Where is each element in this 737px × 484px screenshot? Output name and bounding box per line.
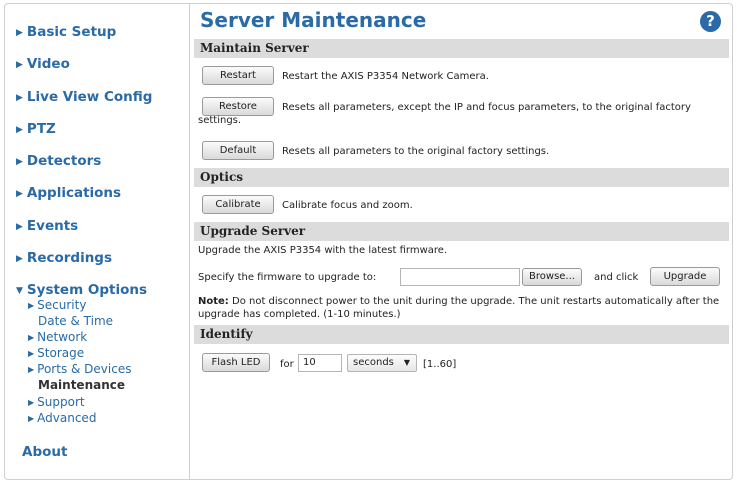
sidebar-item-detectors[interactable]: ▶ Detectors <box>16 153 101 169</box>
browse-button[interactable]: Browse... <box>522 268 582 286</box>
triangle-right-icon: ▶ <box>28 414 35 423</box>
triangle-right-icon: ▶ <box>16 254 23 264</box>
duration-input[interactable]: 10 <box>298 354 342 372</box>
sidebar-item-system-options[interactable]: ▼ System Options <box>16 282 147 298</box>
duration-range: [1..60] <box>423 359 457 370</box>
sidebar-item-video[interactable]: ▶ Video <box>16 56 70 72</box>
sidebar-sub-network[interactable]: ▶ Network <box>28 331 87 345</box>
triangle-right-icon: ▶ <box>16 222 23 232</box>
firmware-file-input[interactable] <box>400 268 520 286</box>
triangle-right-icon: ▶ <box>28 398 35 407</box>
triangle-right-icon: ▶ <box>28 349 35 358</box>
default-description: Resets all parameters to the original fa… <box>282 146 550 157</box>
sidebar-item-about[interactable]: About <box>22 444 67 460</box>
note-text: Do not disconnect power to the unit duri… <box>198 296 720 320</box>
note-label: Note: <box>198 296 229 307</box>
help-icon[interactable]: ? <box>700 11 721 32</box>
triangle-right-icon: ▶ <box>16 93 23 103</box>
triangle-right-icon: ▶ <box>16 60 23 70</box>
upgrade-note: Note: Do not disconnect power to the uni… <box>198 295 728 321</box>
sidebar-sub-storage[interactable]: ▶ Storage <box>28 347 84 361</box>
sidebar-item-recordings[interactable]: ▶ Recordings <box>16 250 112 266</box>
triangle-right-icon: ▶ <box>16 189 23 199</box>
sidebar-sub-support[interactable]: ▶ Support <box>28 396 85 410</box>
section-optics: Optics <box>194 168 729 187</box>
sidebar-sub-security[interactable]: ▶ Security <box>28 299 86 313</box>
restore-description: Resets all parameters, except the IP and… <box>198 102 691 126</box>
flash-led-button[interactable]: Flash LED <box>202 353 270 372</box>
section-maintain-server: Maintain Server <box>194 39 729 58</box>
sidebar: ▶ Basic Setup ▶ Video ▶ Live View Config ▶ P… <box>4 3 190 480</box>
duration-unit-select[interactable]: seconds ▼ <box>347 354 417 372</box>
triangle-right-icon: ▶ <box>16 157 23 167</box>
section-identify: Identify <box>194 325 729 344</box>
page-title: Server Maintenance <box>200 8 427 32</box>
sidebar-item-events[interactable]: ▶ Events <box>16 218 78 234</box>
chevron-down-icon: ▼ <box>403 358 410 367</box>
triangle-right-icon: ▶ <box>28 333 35 342</box>
restart-button[interactable]: Restart <box>202 66 274 85</box>
triangle-right-icon: ▶ <box>28 365 35 374</box>
for-text: for <box>280 359 294 370</box>
sidebar-item-applications[interactable]: ▶ Applications <box>16 185 121 201</box>
calibrate-button[interactable]: Calibrate <box>202 195 274 214</box>
sidebar-item-basic-setup[interactable]: ▶ Basic Setup <box>16 24 116 40</box>
section-upgrade-server: Upgrade Server <box>194 222 729 241</box>
triangle-right-icon: ▶ <box>28 301 35 310</box>
restart-description: Restart the AXIS P3354 Network Camera. <box>282 71 489 82</box>
triangle-right-icon: ▶ <box>16 125 23 135</box>
triangle-down-icon: ▼ <box>16 286 23 296</box>
main-content: Server Maintenance ? Maintain Server Res… <box>194 3 733 480</box>
upgrade-intro: Upgrade the AXIS P3354 with the latest f… <box>198 245 448 256</box>
firmware-label: Specify the firmware to upgrade to: <box>198 272 377 283</box>
sidebar-sub-advanced[interactable]: ▶ Advanced <box>28 412 96 426</box>
and-click-text: and click <box>594 272 639 283</box>
sidebar-item-live-view-config[interactable]: ▶ Live View Config <box>16 89 152 105</box>
sidebar-sub-ports-devices[interactable]: ▶ Ports & Devices <box>28 363 131 377</box>
triangle-right-icon: ▶ <box>16 28 23 38</box>
default-button[interactable]: Default <box>202 141 274 160</box>
sidebar-sub-maintenance[interactable]: Maintenance <box>38 379 125 392</box>
sidebar-item-ptz[interactable]: ▶ PTZ <box>16 121 56 137</box>
sidebar-sub-date-time[interactable]: Date & Time <box>38 315 113 328</box>
calibrate-description: Calibrate focus and zoom. <box>282 200 413 211</box>
upgrade-button[interactable]: Upgrade <box>650 267 720 286</box>
